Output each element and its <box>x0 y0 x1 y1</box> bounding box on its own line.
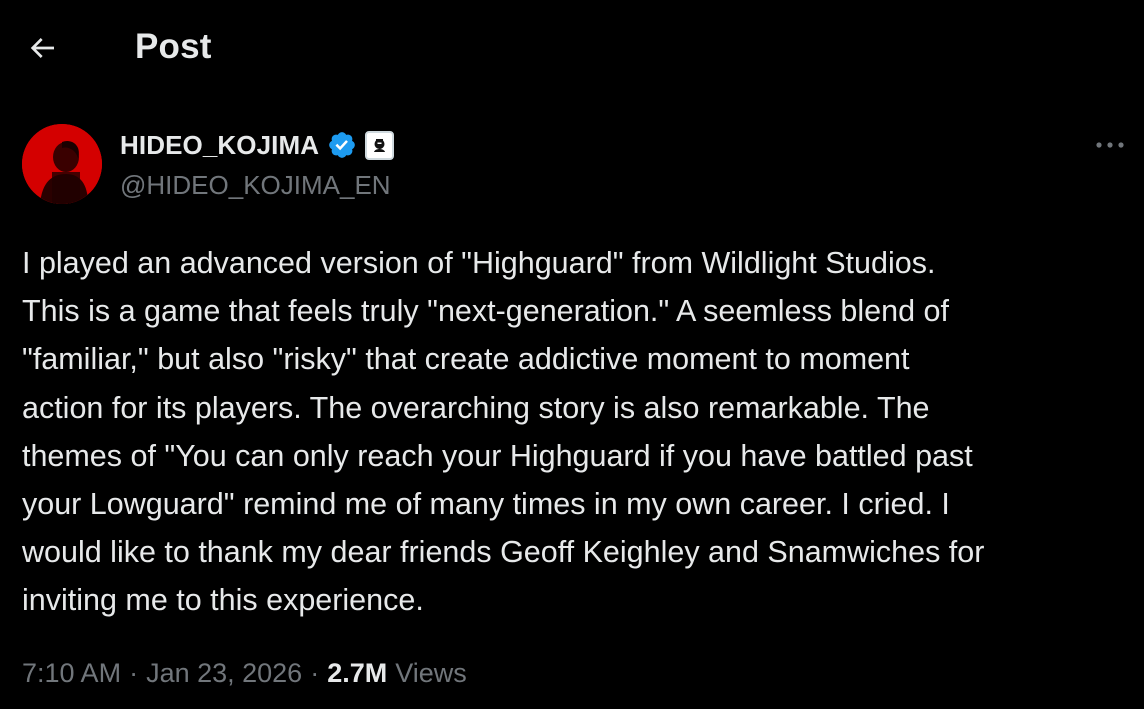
meta-separator: · <box>310 657 320 688</box>
arrow-left-icon <box>30 38 54 58</box>
post-text-line: This is a game that feels truly "next-ge… <box>22 294 949 329</box>
views-count: 2.7M <box>327 657 388 688</box>
post-text-line: "familiar," but also "risky" that create… <box>22 342 910 377</box>
back-button[interactable] <box>22 30 62 66</box>
meta-separator: · <box>129 657 139 688</box>
author-handle[interactable]: @HIDEO_KOJIMA_EN <box>120 170 391 201</box>
avatar[interactable] <box>22 124 102 204</box>
post-time[interactable]: 7:10 AM <box>22 658 121 689</box>
post-text-line: I played an advanced version of "Highgua… <box>22 246 936 280</box>
post-meta: 7:10 AM · Jan 23, 2026 · 2.7M Views <box>22 655 467 691</box>
post-text-line: your Lowguard" remind me of many times i… <box>22 487 950 522</box>
views-label: Views <box>395 657 467 688</box>
header-bar: Post <box>0 0 1144 96</box>
post-text-line: would like to thank my dear friends Geof… <box>22 535 985 570</box>
avatar-image <box>22 124 102 204</box>
post-text-line: action for its players. The overarching … <box>22 390 930 425</box>
post-text: I played an advanced version of "Highgua… <box>22 239 1132 625</box>
post-page: Post HIDEO_KOJIMA @HIDEO_KOJIMA_EN I pla… <box>0 0 1144 709</box>
post-text-line: inviting me to this experience. <box>22 583 424 618</box>
affiliate-badge-icon[interactable] <box>365 130 395 160</box>
more-horizontal-icon <box>1096 142 1124 148</box>
author-name[interactable]: HIDEO_KOJIMA <box>120 130 319 161</box>
author-name-row: HIDEO_KOJIMA <box>120 128 395 162</box>
page-title: Post <box>135 27 212 66</box>
verified-badge-icon[interactable] <box>327 130 357 160</box>
post-text-line: themes of "You can only reach your Highg… <box>22 438 973 473</box>
post-date[interactable]: Jan 23, 2026 <box>146 658 302 689</box>
more-options-button[interactable] <box>1092 130 1128 160</box>
